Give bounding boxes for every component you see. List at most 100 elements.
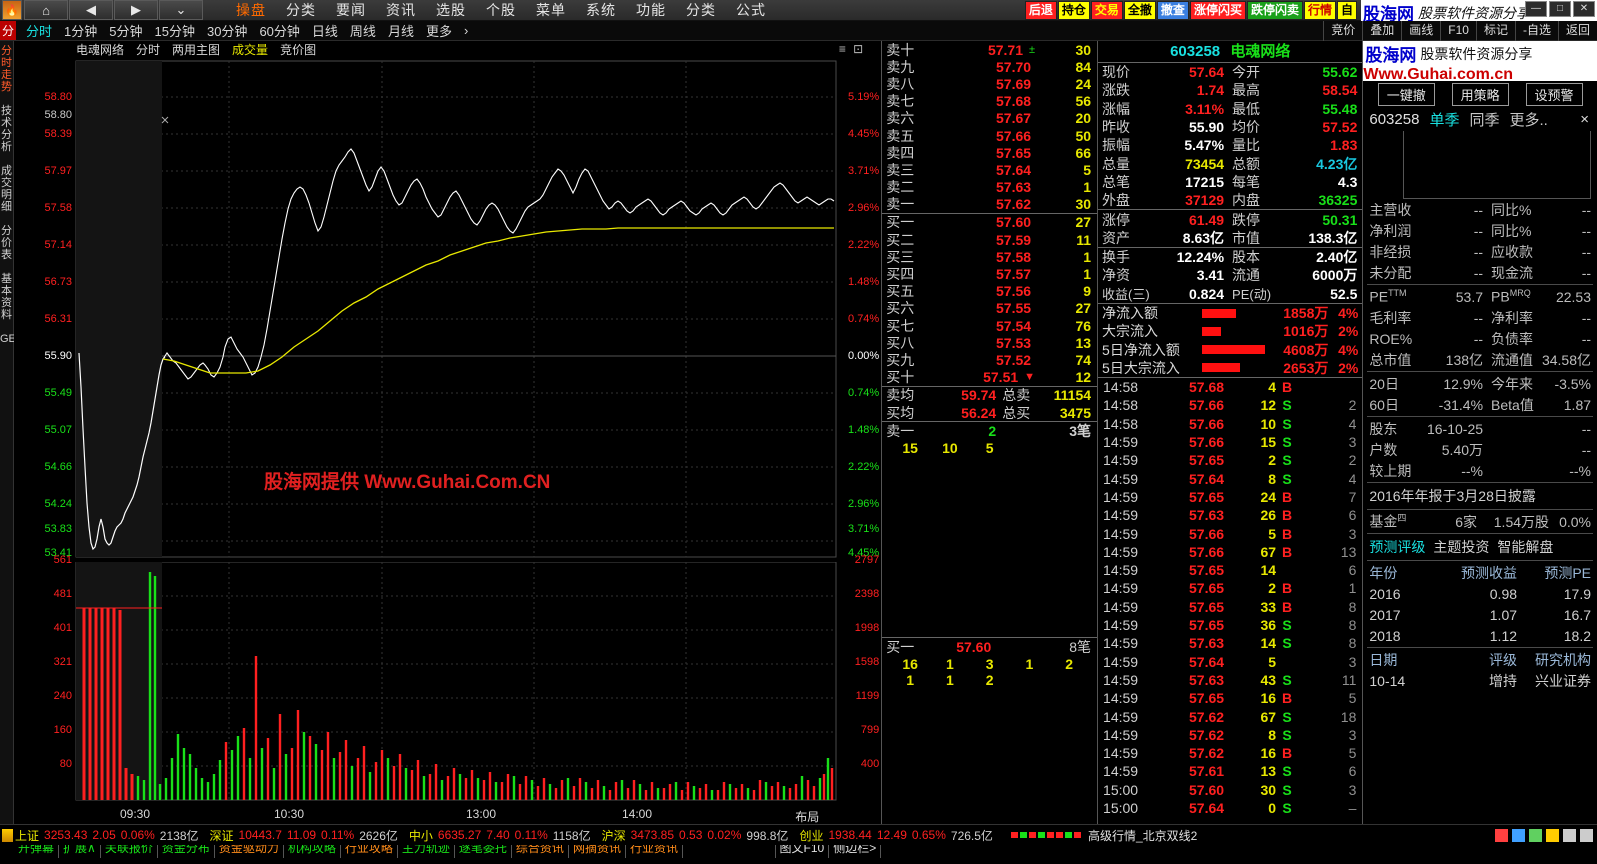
tick-row-2[interactable]: 14:58 57.66 10 S 4 — [1098, 415, 1362, 433]
menu-item-8[interactable]: 功能 — [626, 0, 676, 20]
tick-row-6[interactable]: 14:59 57.65 24 B 7 — [1098, 488, 1362, 506]
tick-row-1[interactable]: 14:58 57.66 12 S 2 — [1098, 396, 1362, 414]
tick-row-21[interactable]: 14:59 57.61 13 S 6 — [1098, 762, 1362, 780]
tick-row-17[interactable]: 14:59 57.65 16 B 5 — [1098, 689, 1362, 707]
period-1min[interactable]: 1分钟 — [58, 21, 103, 40]
menu-item-3[interactable]: 资讯 — [376, 0, 426, 20]
time-icon[interactable] — [1580, 828, 1593, 842]
tick-row-9[interactable]: 14:59 57.66 67 B 13 — [1098, 543, 1362, 561]
tick-row-23[interactable]: 15:00 57.64 0 S – — [1098, 799, 1362, 817]
period-60min[interactable]: 60分钟 — [253, 21, 305, 40]
chart-mode-auction[interactable]: 竞价图 — [280, 41, 316, 58]
bid-row-3[interactable]: 买三 57.58 1 — [882, 248, 1097, 265]
button-use-strategy[interactable]: 用策略 — [1451, 82, 1509, 106]
period-weekly[interactable]: 周线 — [344, 21, 382, 40]
flame-logo-icon[interactable]: 🔥 — [2, 0, 22, 20]
volume-chart[interactable]: 561 481 401 321 240 160 80 2797 2398 199… — [14, 472, 881, 807]
chart-header-icons[interactable]: ≡ ⊡ — [839, 42, 865, 56]
quick-button-quote[interactable]: 行情 — [1303, 1, 1336, 20]
f10-tab-smart-analysis[interactable]: 智能解盘 — [1497, 537, 1553, 557]
ask-row-4[interactable]: 卖四 57.65 66 — [882, 144, 1097, 161]
menu-item-1[interactable]: 分类 — [276, 0, 326, 20]
tick-row-11[interactable]: 14:59 57.65 2 B 1 — [1098, 579, 1362, 597]
ask-row-10[interactable]: 卖十 57.71 ± 30 — [882, 41, 1097, 58]
rail-item-detail[interactable]: 成交明细 — [0, 165, 13, 213]
rail-item-get[interactable]: GET — [0, 333, 23, 345]
f10-close-icon[interactable]: × — [1580, 111, 1589, 128]
period-5min[interactable]: 5分钟 — [103, 21, 148, 40]
f10-banner-ad[interactable]: 股海网 股票软件资源分享 Www.Guhai.com.cn — [1363, 41, 1597, 81]
ask-row-6[interactable]: 卖六 57.67 20 — [882, 110, 1097, 127]
minimize-icon[interactable]: — — [1525, 1, 1547, 17]
period-more[interactable]: 更多 — [420, 21, 458, 40]
button-return[interactable]: 返回 — [1557, 21, 1597, 41]
ask-row-3[interactable]: 卖三 57.64 5 — [882, 161, 1097, 178]
quick-button-limitup-buy[interactable]: 涨停闪买 — [1189, 1, 1246, 20]
ask-row-5[interactable]: 卖五 57.66 50 — [882, 127, 1097, 144]
menu-item-9[interactable]: 分类 — [676, 0, 726, 20]
f10-tab-theme-invest[interactable]: 主题投资 — [1433, 537, 1489, 557]
f10-tab-same-quarter[interactable]: 同季 — [1469, 109, 1499, 130]
f10-tab-more[interactable]: 更多.. — [1509, 109, 1547, 130]
bid-row-7[interactable]: 买七 57.54 76 — [882, 317, 1097, 334]
ask-row-2[interactable]: 卖二 57.63 1 — [882, 179, 1097, 196]
bid-row-6[interactable]: 买六 57.55 27 — [882, 300, 1097, 317]
signal-icon[interactable] — [1563, 828, 1576, 842]
index-sme[interactable]: 中小 6635.27 7.40 0.11% 1158亿 — [409, 827, 596, 844]
button-auction[interactable]: 竞价 — [1323, 21, 1362, 41]
tick-row-22[interactable]: 15:00 57.60 30 S 3 — [1098, 781, 1362, 799]
bid-row-5[interactable]: 买五 57.56 9 — [882, 283, 1097, 300]
rail-item-fenshi[interactable]: 分时走势 — [0, 45, 13, 93]
quick-button-position[interactable]: 持仓 — [1057, 1, 1090, 20]
tick-row-19[interactable]: 14:59 57.62 8 S 3 — [1098, 726, 1362, 744]
menu-item-0[interactable]: 操盘 — [226, 0, 276, 20]
period-fenshi[interactable]: 分时 — [20, 21, 58, 40]
quick-button-back[interactable]: 后退 — [1024, 1, 1057, 20]
button-overlay[interactable]: 叠加 — [1362, 21, 1401, 41]
layout-label[interactable]: 布局 — [795, 808, 819, 825]
period-15min[interactable]: 15分钟 — [149, 21, 201, 40]
f10-tab-single-quarter[interactable]: 单季 — [1429, 109, 1459, 130]
index-gem[interactable]: 创业 1938.44 12.49 0.65% 726.5亿 — [799, 827, 998, 844]
tick-row-4[interactable]: 14:59 57.65 2 S 2 — [1098, 451, 1362, 469]
tick-row-14[interactable]: 14:59 57.63 14 S 8 — [1098, 634, 1362, 652]
index-sz[interactable]: 深证 10443.7 11.09 0.11% 2626亿 — [210, 827, 403, 844]
button-set-alert[interactable]: 设预警 — [1525, 82, 1583, 106]
chart-mode-fenshi[interactable]: 分时 — [136, 41, 160, 58]
period-daily[interactable]: 日线 — [306, 21, 344, 40]
quick-button-self[interactable]: 自 — [1336, 1, 1357, 20]
rail-item-tech[interactable]: 技术分析 — [0, 105, 13, 153]
button-mark[interactable]: 标记 — [1475, 21, 1515, 41]
bid-row-1[interactable]: 买一 57.60 27 — [882, 214, 1097, 231]
button-add-watchlist[interactable]: -自选 — [1514, 21, 1558, 41]
menu-item-5[interactable]: 个股 — [476, 0, 526, 20]
menu-item-2[interactable]: 要闻 — [326, 0, 376, 20]
tick-row-8[interactable]: 14:59 57.66 5 B 3 — [1098, 524, 1362, 542]
tick-row-13[interactable]: 14:59 57.65 36 S 8 — [1098, 616, 1362, 634]
chevron-right-icon[interactable]: › — [458, 23, 474, 38]
button-drawline[interactable]: 画线 — [1401, 21, 1440, 41]
menu-item-4[interactable]: 选股 — [426, 0, 476, 20]
ask-row-7[interactable]: 卖七 57.68 56 — [882, 93, 1097, 110]
mail-icon[interactable] — [1512, 828, 1525, 842]
button-cancel-one-key[interactable]: 一键撤 — [1377, 82, 1435, 106]
period-30min[interactable]: 30分钟 — [201, 21, 253, 40]
f10-tab-forecast-rating[interactable]: 预测评级 — [1369, 537, 1425, 557]
menu-item-6[interactable]: 菜单 — [526, 0, 576, 20]
home-icon[interactable]: ⌂ — [24, 0, 68, 20]
ask-row-9[interactable]: 卖九 57.70 84 — [882, 58, 1097, 75]
tick-row-10[interactable]: 14:59 57.65 14 6 — [1098, 561, 1362, 579]
ask-row-1[interactable]: 卖一 57.62 30 — [882, 196, 1097, 213]
maximize-icon[interactable]: □ — [1549, 1, 1571, 17]
bid-row-8[interactable]: 买八 57.53 13 — [882, 334, 1097, 351]
tick-row-18[interactable]: 14:59 57.62 67 S 18 — [1098, 707, 1362, 725]
index-sh[interactable]: 上证 3253.43 2.05 0.06% 2138亿 — [15, 827, 204, 844]
period-monthly[interactable]: 月线 — [382, 21, 420, 40]
bid-row-4[interactable]: 买四 57.57 1 — [882, 265, 1097, 282]
tick-row-0[interactable]: 14:58 57.68 4 B — [1098, 378, 1362, 396]
rail-item-pricetable[interactable]: 分价表 — [0, 225, 13, 261]
chart-mode-volume[interactable]: 成交量 — [232, 41, 268, 58]
status-server[interactable]: 高级行情_北京双线2 — [1088, 827, 1197, 844]
back-icon[interactable]: ◀ — [69, 0, 113, 20]
tick-row-3[interactable]: 14:59 57.66 15 S 3 — [1098, 433, 1362, 451]
